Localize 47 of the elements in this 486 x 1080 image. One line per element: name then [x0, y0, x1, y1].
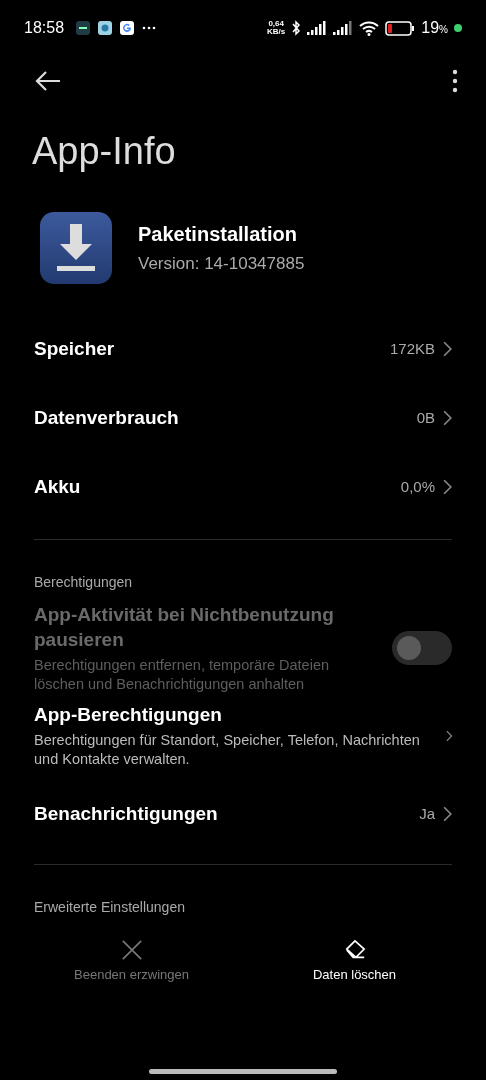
back-button[interactable] [34, 69, 62, 93]
row-value: 0B [416, 409, 435, 426]
row-label: Datenverbrauch [34, 406, 179, 429]
app-version: Version: 14-10347885 [138, 253, 305, 274]
row-value: 0,0% [400, 478, 435, 495]
clock: 18:58 [24, 19, 65, 37]
privacy-dot-icon [454, 24, 462, 32]
camera-app-icon [98, 21, 113, 35]
settings-row[interactable]: Benachrichtigungen Ja [0, 779, 486, 848]
settings-row[interactable]: Datenverbrauch 0B [0, 383, 486, 452]
eraser-icon [343, 939, 366, 961]
page-title: App-Info [32, 129, 177, 174]
row-description: Berechtigungen für Standort, Speicher, Telefon, Nachrichten und Kontakte verwalten. [34, 731, 421, 769]
more-options-button[interactable] [452, 69, 458, 93]
row-title: App-Berechtigungen [34, 703, 223, 727]
battery-icon [385, 20, 416, 36]
more-icon [142, 26, 157, 30]
battery-percent-unit: % [439, 24, 448, 35]
row-label: Akku [34, 475, 81, 498]
app-name: Paketinstallation [138, 222, 298, 246]
settings-row[interactable]: Akku 0,0% [0, 452, 486, 521]
row-label: Benachrichtigungen [34, 802, 218, 825]
section-heading: Berechtigungen [33, 573, 134, 590]
row-value: 172KB [389, 340, 435, 357]
chevron-icon [443, 409, 452, 426]
battery-percent: 19 [421, 19, 440, 36]
row-description: Berechtigungen entfernen, temporäre Dateien löschen und Benachrichtigungen anhalten [34, 656, 331, 694]
bluetooth-icon [291, 20, 302, 36]
wifi-icon [359, 20, 380, 36]
google-app-icon [120, 21, 135, 35]
row-title: App-Aktivität bei Nichtbenutzung pausieren [34, 603, 335, 652]
network-speed-unit: KB/s [267, 28, 286, 36]
network-speed: 0,64 [268, 20, 284, 28]
shopping-app-icon [76, 21, 91, 35]
close-icon [120, 939, 143, 961]
signal-icon [333, 21, 354, 35]
chevron-icon [443, 805, 452, 822]
row-value: Ja [419, 805, 435, 822]
settings-row[interactable]: App-Berechtigungen Berechtigungen für Standort, Speicher, Telefon, Nachrichten und Kontakte verwalten. [0, 702, 486, 769]
chevron-icon [443, 478, 452, 495]
section-heading: Erweiterte Einstellungen [33, 898, 186, 915]
settings-row[interactable]: Speicher 172KB [0, 314, 486, 383]
download-app-icon [40, 212, 112, 284]
signal-icon [307, 21, 328, 35]
chevron-icon [443, 340, 452, 357]
action-button[interactable]: Daten löschen [264, 939, 445, 982]
row-label: Speicher [34, 337, 115, 360]
